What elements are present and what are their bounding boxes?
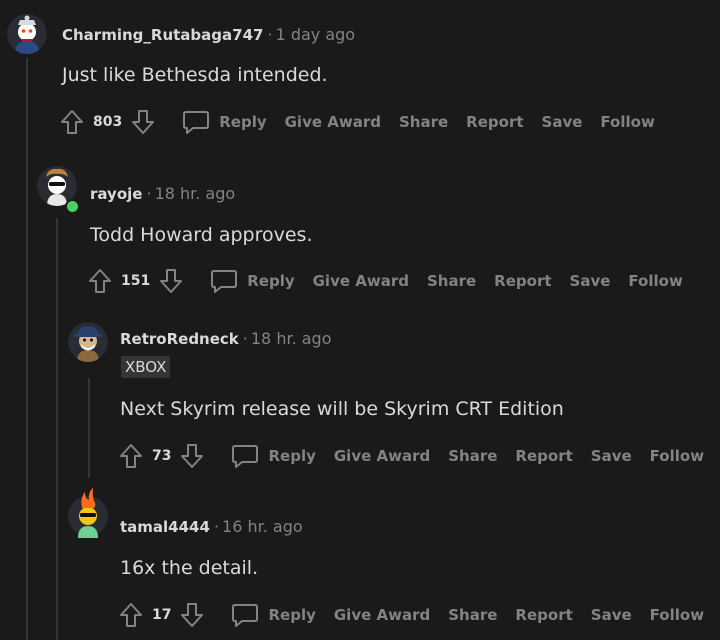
share-button[interactable]: Share (427, 272, 476, 290)
speech-bubble-icon (210, 268, 238, 294)
follow-button[interactable]: Follow (628, 272, 682, 290)
report-button[interactable]: Report (494, 272, 551, 290)
online-status-icon (65, 199, 80, 214)
speech-bubble-icon (182, 109, 210, 135)
comment-meta: rayoje · 18 hr. ago (90, 184, 235, 204)
share-button[interactable]: Share (448, 606, 497, 624)
follow-button[interactable]: Follow (600, 113, 654, 131)
follow-button[interactable]: Follow (650, 447, 704, 465)
meta-separator: · (146, 184, 152, 203)
vote-count: 17 (152, 607, 172, 623)
author-name[interactable]: rayoje (90, 185, 142, 203)
meta-separator: · (267, 25, 273, 44)
arrow-up-icon[interactable] (87, 267, 113, 295)
reply-button[interactable]: Reply (182, 109, 267, 135)
comment-meta: tamal4444 · 16 hr. ago (120, 517, 303, 537)
give-award-button[interactable]: Give Award (334, 606, 430, 624)
save-button[interactable]: Save (542, 113, 583, 131)
reply-button[interactable]: Reply (231, 602, 316, 628)
arrow-down-icon[interactable] (130, 108, 156, 136)
comment-actions: 17 Reply Give Award Share Report Save Fo… (118, 599, 704, 631)
reply-label: Reply (247, 272, 295, 290)
thread-line[interactable] (56, 218, 58, 640)
report-button[interactable]: Report (466, 113, 523, 131)
report-button[interactable]: Report (515, 606, 572, 624)
comment-actions: 73 Reply Give Award Share Report Save Fo… (118, 440, 704, 472)
timestamp[interactable]: 18 hr. ago (155, 184, 236, 203)
speech-bubble-icon (231, 602, 259, 628)
author-name[interactable]: tamal4444 (120, 518, 210, 536)
author-name[interactable]: Charming_Rutabaga747 (62, 26, 263, 44)
comment-body: Next Skyrim release will be Skyrim CRT E… (120, 398, 564, 420)
meta-separator: · (242, 329, 248, 348)
share-button[interactable]: Share (399, 113, 448, 131)
save-button[interactable]: Save (570, 272, 611, 290)
avatar[interactable] (68, 488, 108, 538)
user-flair: XBOX (121, 356, 171, 378)
speech-bubble-icon (231, 443, 259, 469)
reply-label: Reply (268, 447, 316, 465)
give-award-button[interactable]: Give Award (313, 272, 409, 290)
arrow-down-icon[interactable] (158, 267, 184, 295)
comment-body: Just like Bethesda intended. (62, 64, 328, 86)
timestamp[interactable]: 16 hr. ago (222, 517, 303, 536)
comment-meta: RetroRedneck · 18 hr. ago (120, 329, 332, 349)
avatar[interactable] (68, 322, 108, 362)
meta-separator: · (213, 517, 220, 536)
timestamp[interactable]: 18 hr. ago (251, 329, 332, 348)
author-name[interactable]: RetroRedneck (120, 330, 239, 348)
comment-body: Todd Howard approves. (90, 224, 313, 246)
give-award-button[interactable]: Give Award (285, 113, 381, 131)
arrow-down-icon[interactable] (179, 601, 205, 629)
reply-label: Reply (268, 606, 316, 624)
arrow-up-icon[interactable] (118, 442, 144, 470)
share-button[interactable]: Share (448, 447, 497, 465)
reply-button[interactable]: Reply (210, 268, 295, 294)
timestamp[interactable]: 1 day ago (276, 25, 356, 44)
comment-actions: 151 Reply Give Award Share Report Save F… (87, 265, 683, 297)
thread-line[interactable] (26, 58, 28, 640)
vote-count: 73 (152, 448, 172, 464)
reply-label: Reply (219, 113, 267, 131)
arrow-down-icon[interactable] (179, 442, 205, 470)
vote-count: 803 (93, 114, 123, 130)
report-button[interactable]: Report (515, 447, 572, 465)
save-button[interactable]: Save (591, 447, 632, 465)
follow-button[interactable]: Follow (650, 606, 704, 624)
vote-count: 151 (121, 273, 151, 289)
arrow-up-icon[interactable] (59, 108, 85, 136)
give-award-button[interactable]: Give Award (334, 447, 430, 465)
save-button[interactable]: Save (591, 606, 632, 624)
arrow-up-icon[interactable] (118, 601, 144, 629)
thread-line[interactable] (88, 378, 90, 478)
avatar[interactable] (7, 14, 47, 54)
reply-button[interactable]: Reply (231, 443, 316, 469)
comment-actions: 803 Reply Give Award Share Report Save F… (59, 106, 655, 138)
comment-meta: Charming_Rutabaga747 · 1 day ago (62, 25, 355, 45)
comment-body: 16x the detail. (120, 557, 259, 579)
